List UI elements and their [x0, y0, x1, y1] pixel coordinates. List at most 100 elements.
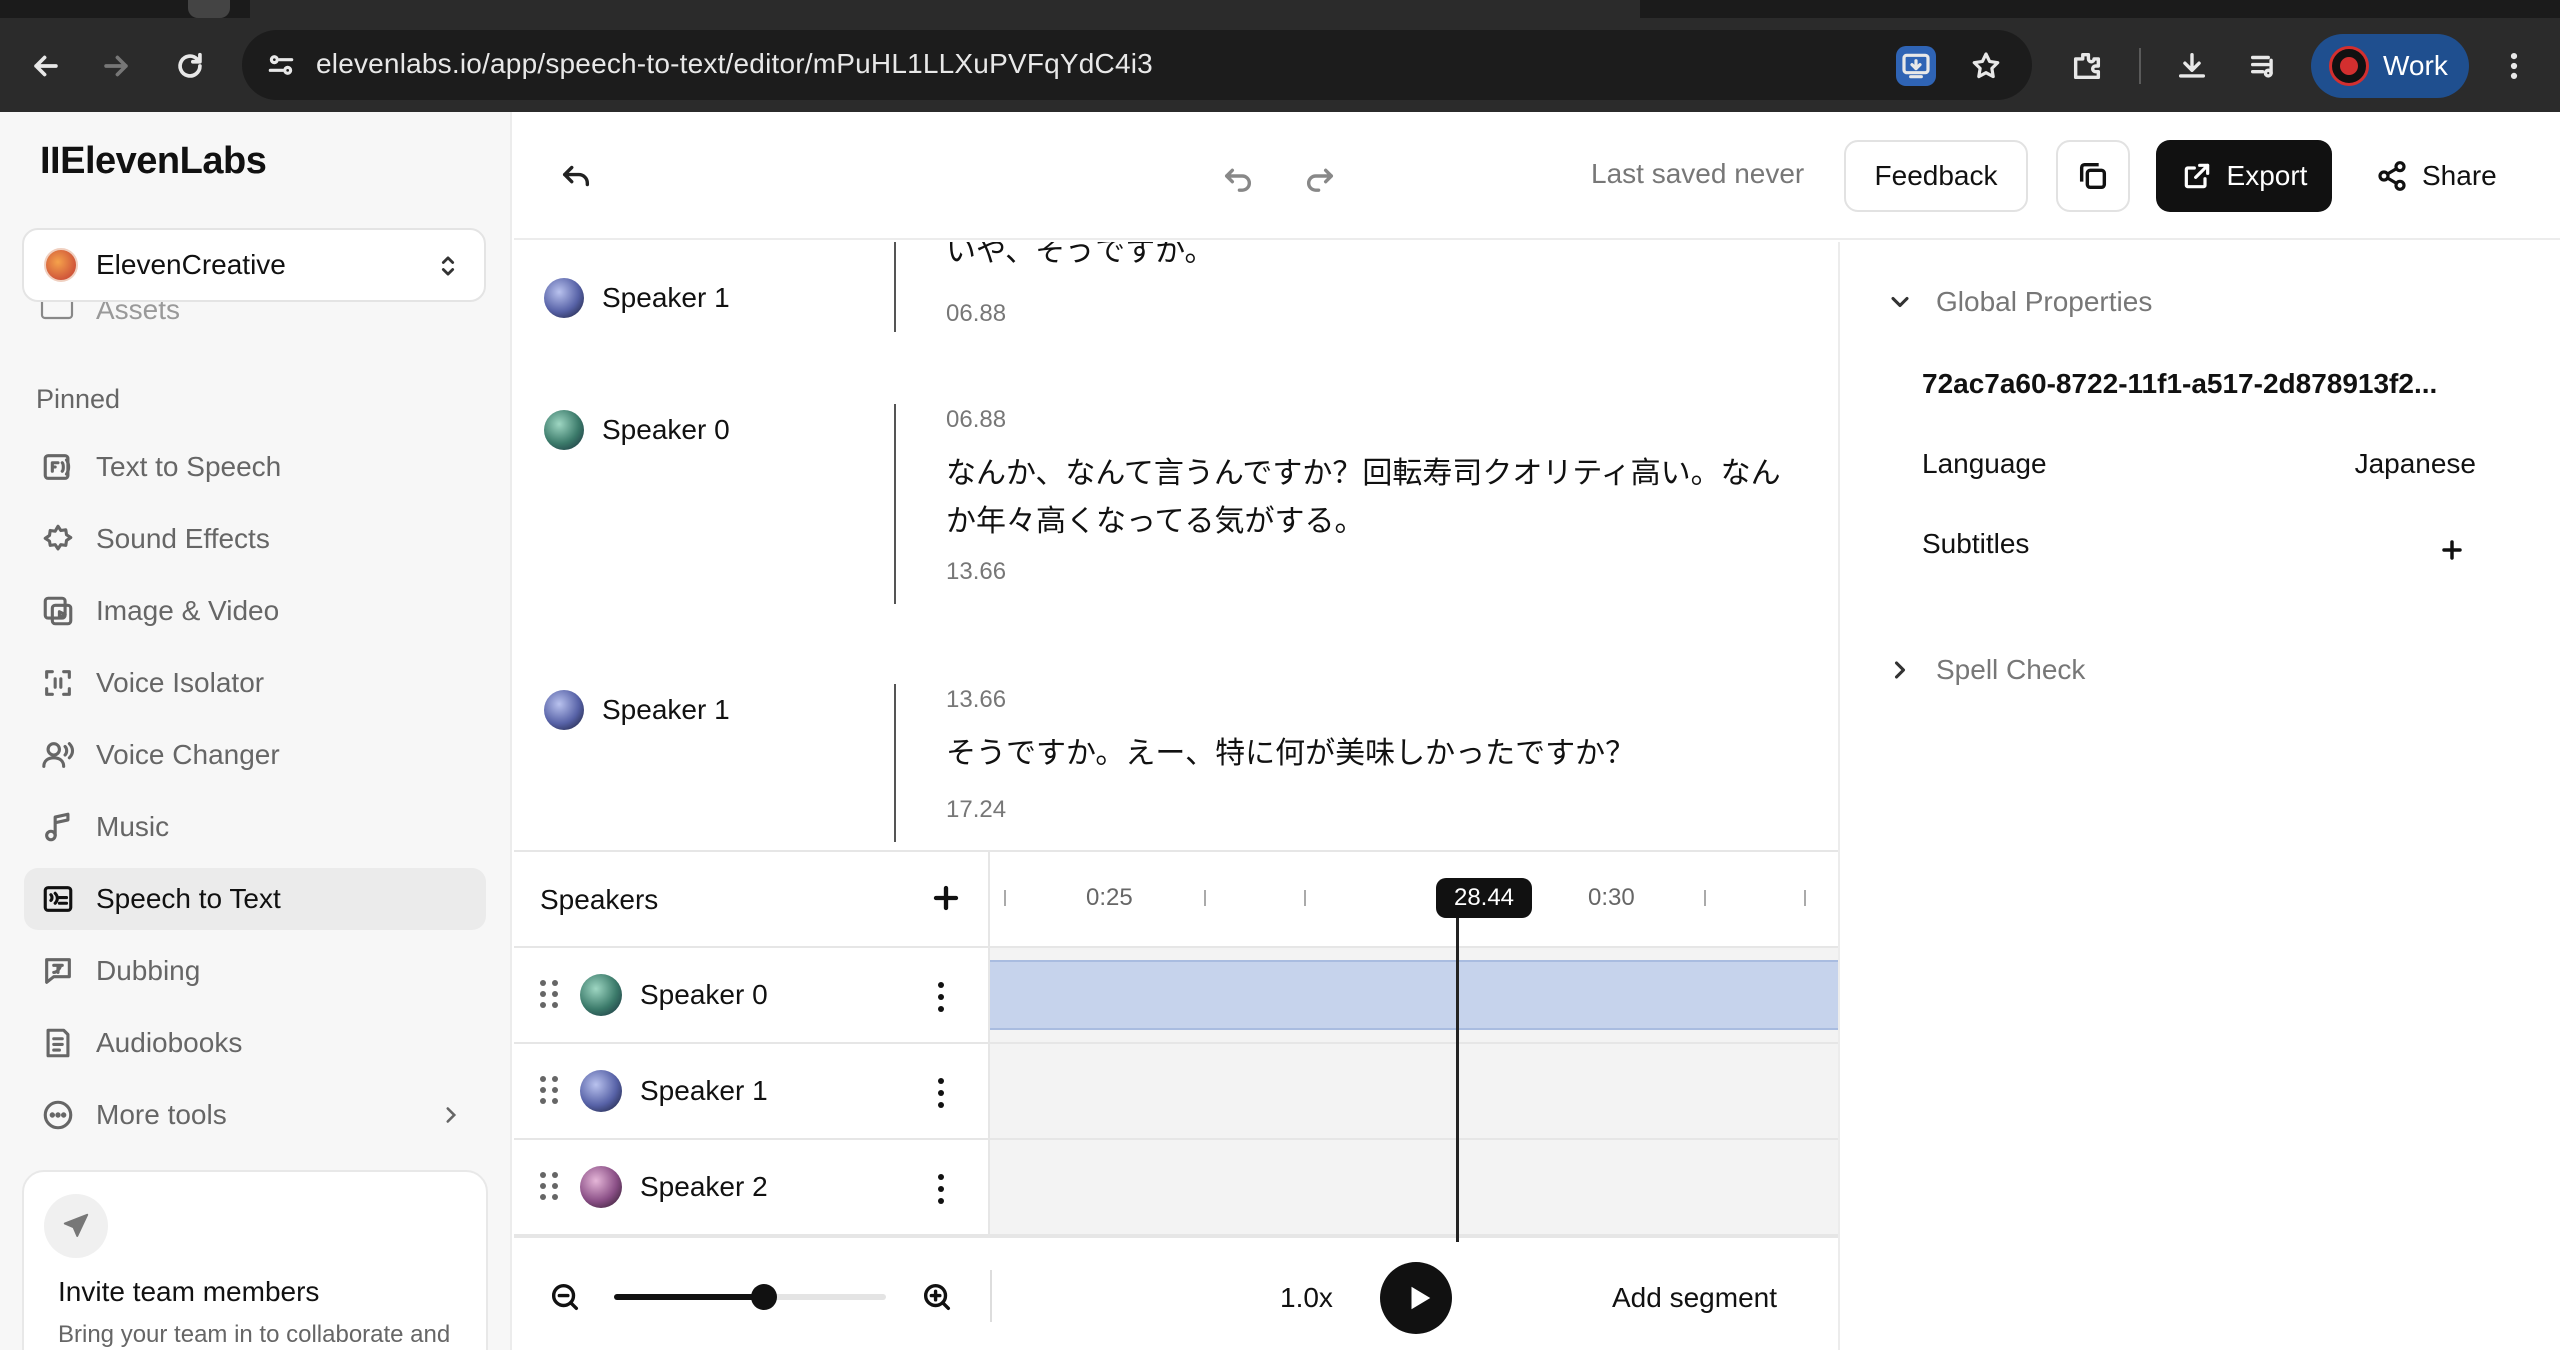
- active-tab[interactable]: [250, 0, 1640, 18]
- site-settings-icon[interactable]: [262, 46, 300, 84]
- add-speaker-button[interactable]: [926, 878, 966, 918]
- sidebar-item-dubbing[interactable]: Dubbing: [24, 940, 486, 1002]
- language-label: Language: [1922, 448, 2047, 479]
- back-arrow-icon[interactable]: [554, 154, 598, 198]
- timeline-area: Speakers 0:25 0:30 28.44 Speaker 0 Speak…: [514, 850, 1838, 1350]
- playback-controls: 1.0x Add segment: [514, 1236, 1838, 1350]
- invite-card[interactable]: Invite team members Bring your team in t…: [22, 1170, 488, 1350]
- tab-search-button[interactable]: [188, 0, 230, 18]
- share-icon: [2378, 161, 2406, 191]
- bookmark-star-icon[interactable]: [1966, 46, 2006, 86]
- invite-subtitle: Bring your team in to collaborate and sh…: [58, 1321, 451, 1348]
- speaker-track[interactable]: [990, 1140, 1838, 1236]
- playback-speed[interactable]: 1.0x: [1280, 1282, 1333, 1314]
- playhead[interactable]: [1456, 918, 1459, 1242]
- share-button[interactable]: Share: [2376, 140, 2497, 212]
- playhead-time[interactable]: 28.44: [1436, 878, 1532, 918]
- undo-icon[interactable]: [1216, 154, 1260, 198]
- timeline-ruler[interactable]: 0:25 0:30: [990, 852, 1838, 948]
- sidebar-item-sound-effects[interactable]: Sound Effects: [24, 508, 486, 570]
- drag-handle-icon[interactable]: [540, 1172, 560, 1202]
- speaker-clip[interactable]: [990, 960, 1838, 1030]
- copy-button[interactable]: [2056, 140, 2130, 212]
- zoom-in-icon[interactable]: [920, 1280, 954, 1314]
- back-button[interactable]: [24, 44, 68, 88]
- segment-text[interactable]: なんか、なんて言うんですか？回転寿司クオリティ高い。なんか年々高くなってる気がす…: [946, 450, 1806, 546]
- sound-effects-icon: [40, 521, 76, 557]
- reload-icon: [178, 52, 202, 78]
- editor-header: Last saved never Feedback Export Share: [514, 112, 2560, 240]
- feedback-button[interactable]: Feedback: [1844, 140, 2028, 212]
- avatar: [544, 278, 584, 318]
- speaker-name: Speaker 0: [640, 979, 768, 1010]
- more-options-icon[interactable]: [926, 1076, 956, 1110]
- avatar: [544, 690, 584, 730]
- speakers-title: Speakers: [540, 884, 659, 915]
- sidebar-item-audiobooks[interactable]: Audiobooks: [24, 1012, 486, 1074]
- ruler-tick: [1204, 890, 1206, 906]
- speaker-row[interactable]: Speaker 0: [514, 948, 990, 1044]
- sidebar-item-voice-isolator[interactable]: Voice Isolator: [24, 652, 486, 714]
- browser-toolbar: elevenlabs.io/app/speech-to-text/editor/…: [0, 18, 2560, 112]
- speaker-name: Speaker 1: [602, 282, 730, 313]
- address-bar[interactable]: elevenlabs.io/app/speech-to-text/editor/…: [242, 30, 2032, 100]
- more-options-icon[interactable]: [926, 980, 956, 1014]
- profile-label: Work: [2383, 50, 2448, 81]
- speaker-name: Speaker 1: [640, 1075, 768, 1106]
- text-to-speech-icon: [40, 449, 76, 485]
- drag-handle-icon[interactable]: [540, 980, 560, 1010]
- reload-button[interactable]: [168, 44, 212, 88]
- zoom-out-icon[interactable]: [548, 1280, 582, 1314]
- language-value[interactable]: Japanese: [2355, 448, 2476, 480]
- speaker-track[interactable]: [990, 948, 1838, 1044]
- segment-text[interactable]: そうですか。えー、特に何が美味しかったですか？: [946, 730, 1806, 778]
- global-properties-header[interactable]: Global Properties: [1886, 286, 2152, 318]
- sidebar-item-text-to-speech[interactable]: Text to Speech: [24, 436, 486, 498]
- more-options-icon[interactable]: [926, 1172, 956, 1206]
- downloads-icon[interactable]: [2172, 46, 2212, 86]
- forward-button[interactable]: [94, 44, 138, 88]
- zoom-slider-fill: [614, 1294, 764, 1300]
- media-controls-icon[interactable]: [2244, 46, 2284, 86]
- workspace-name: ElevenCreative: [96, 249, 286, 280]
- export-button[interactable]: Export: [2156, 140, 2332, 212]
- zoom-slider[interactable]: [614, 1284, 886, 1310]
- plus-icon: [2442, 540, 2462, 560]
- add-segment-button[interactable]: Add segment: [1612, 1282, 1777, 1314]
- add-subtitles-button[interactable]: [2436, 534, 2468, 566]
- ruler-label: 0:30: [1588, 884, 1635, 911]
- sidebar-item-music[interactable]: Music: [24, 796, 486, 858]
- workspace-switcher[interactable]: ElevenCreative: [22, 228, 486, 302]
- profile-button[interactable]: Work: [2311, 34, 2469, 98]
- segment-speaker[interactable]: Speaker 1: [544, 690, 730, 730]
- workspace-logo: [44, 248, 78, 282]
- chevron-down-icon: [1891, 296, 1909, 308]
- sidebar-item-voice-changer[interactable]: Voice Changer: [24, 724, 486, 786]
- avatar: [580, 1070, 622, 1112]
- pinned-section-label: Pinned: [36, 384, 121, 414]
- sidebar-item-label: Speech to Text: [96, 883, 281, 914]
- spell-check-header[interactable]: Spell Check: [1886, 654, 2085, 686]
- drag-handle-icon[interactable]: [540, 1076, 560, 1106]
- sidebar-item-more-tools[interactable]: More tools: [24, 1084, 486, 1146]
- speaker-row[interactable]: Speaker 2: [514, 1140, 990, 1236]
- extensions-icon[interactable]: [2067, 46, 2107, 86]
- elevenlabs-logo[interactable]: IIElevenLabs: [40, 140, 267, 183]
- global-properties-title: Global Properties: [1936, 286, 2153, 317]
- install-app-icon[interactable]: [1896, 46, 1936, 86]
- zoom-slider-knob[interactable]: [750, 1284, 777, 1310]
- segment-text[interactable]: いや、そうですか。: [946, 242, 1806, 276]
- url-text[interactable]: elevenlabs.io/app/speech-to-text/editor/…: [316, 48, 1153, 80]
- segment-end-time: 06.88: [946, 300, 1007, 327]
- speaker-row[interactable]: Speaker 1: [514, 1044, 990, 1140]
- speaker-track[interactable]: [990, 1044, 1838, 1140]
- browser-menu-icon[interactable]: [2494, 46, 2534, 86]
- segment-speaker[interactable]: Speaker 0: [544, 410, 730, 450]
- redo-icon[interactable]: [1298, 154, 1342, 198]
- sidebar-item-label: More tools: [96, 1099, 227, 1130]
- segment-speaker[interactable]: Speaker 1: [544, 278, 730, 318]
- sidebar-item-image-video[interactable]: Image & Video: [24, 580, 486, 642]
- play-button[interactable]: [1380, 1262, 1452, 1334]
- sidebar-item-speech-to-text[interactable]: Speech to Text: [24, 868, 486, 930]
- segment-end-time: 17.24: [946, 796, 1007, 823]
